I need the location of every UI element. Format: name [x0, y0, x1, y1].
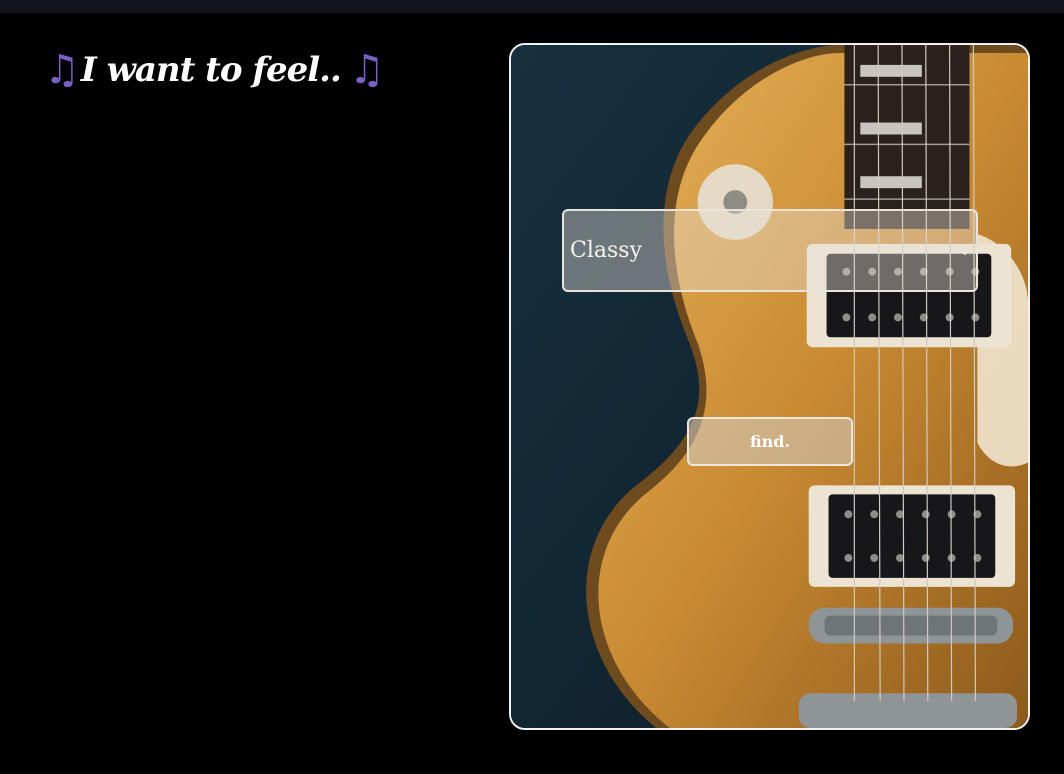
music-note-icon: ♫ — [44, 46, 80, 93]
mood-select[interactable]: Classy ⌄ — [562, 209, 978, 292]
page-title-text: I want to feel.. — [80, 50, 342, 90]
top-bar — [0, 0, 1064, 13]
page-title: ♫ I want to feel.. ♫ — [44, 46, 385, 93]
mood-select-value: Classy — [570, 238, 642, 263]
guitar-card: Classy ⌄ find. — [509, 43, 1030, 730]
find-button[interactable]: find. — [687, 417, 853, 466]
guitar-photo — [511, 45, 1028, 728]
music-note-icon: ♫ — [348, 46, 385, 93]
chevron-down-icon: ⌄ — [959, 244, 970, 258]
